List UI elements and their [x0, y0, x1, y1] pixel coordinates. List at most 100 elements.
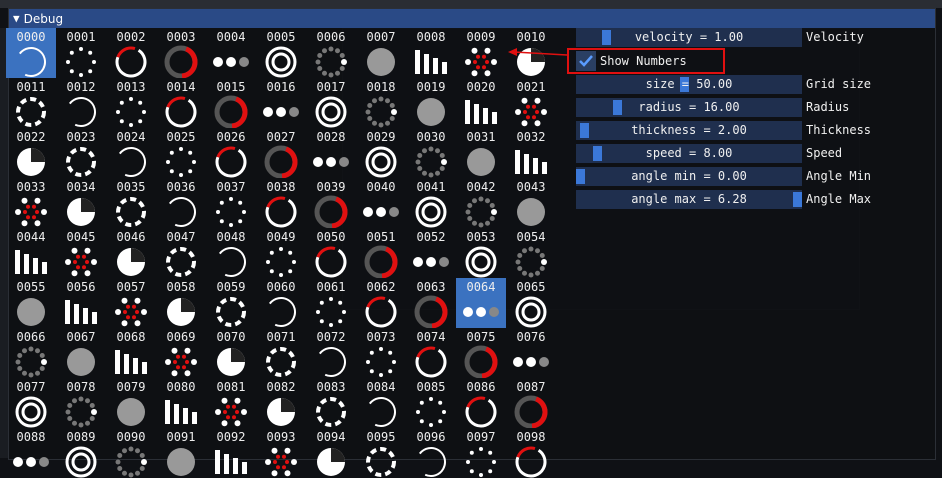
spinner-cell[interactable]: 0094 — [306, 428, 356, 478]
spinner-cell[interactable]: 0054 — [506, 228, 556, 278]
spinner-cell[interactable]: 0091 — [156, 428, 206, 478]
spinner-cell[interactable]: 0053 — [456, 228, 506, 278]
spinner-cell[interactable]: 0035 — [106, 178, 156, 228]
spinner-cell[interactable]: 0080 — [156, 378, 206, 428]
spinner-cell[interactable]: 0019 — [406, 78, 456, 128]
spinner-cell[interactable]: 0087 — [506, 378, 556, 428]
spinner-cell[interactable]: 0066 — [6, 328, 56, 378]
spinner-cell[interactable]: 0002 — [106, 28, 156, 78]
spinner-cell[interactable]: 0095 — [356, 428, 406, 478]
spinner-cell[interactable]: 0067 — [56, 328, 106, 378]
grid-size-slider[interactable]: size = 50.00 — [576, 75, 802, 94]
spinner-cell[interactable]: 0047 — [156, 228, 206, 278]
spinner-cell[interactable]: 0045 — [56, 228, 106, 278]
angle-min-slider[interactable]: angle min = 0.00 — [576, 167, 802, 186]
spinner-cell[interactable]: 0011 — [6, 78, 56, 128]
spinner-cell[interactable]: 0077 — [6, 378, 56, 428]
spinner-cell[interactable]: 0086 — [456, 378, 506, 428]
spinner-cell[interactable]: 0084 — [356, 378, 406, 428]
spinner-cell[interactable]: 0008 — [406, 28, 456, 78]
spinner-cell[interactable]: 0061 — [306, 278, 356, 328]
spinner-cell[interactable]: 0079 — [106, 378, 156, 428]
spinner-cell[interactable]: 0088 — [6, 428, 56, 478]
spinner-cell[interactable]: 0004 — [206, 28, 256, 78]
spinner-cell[interactable]: 0032 — [506, 128, 556, 178]
spinner-cell[interactable]: 0065 — [506, 278, 556, 328]
speed-slider[interactable]: speed = 8.00 — [576, 144, 802, 163]
spinner-cell[interactable]: 0010 — [506, 28, 556, 78]
spinner-cell[interactable]: 0063 — [406, 278, 456, 328]
spinner-cell[interactable]: 0071 — [256, 328, 306, 378]
spinner-cell[interactable]: 0040 — [356, 178, 406, 228]
spinner-cell[interactable]: 0059 — [206, 278, 256, 328]
spinner-cell[interactable]: 0064 — [456, 278, 506, 328]
spinner-cell[interactable]: 0018 — [356, 78, 406, 128]
spinner-cell[interactable]: 0055 — [6, 278, 56, 328]
spinner-cell[interactable]: 0005 — [256, 28, 306, 78]
spinner-cell[interactable]: 0016 — [256, 78, 306, 128]
spinner-cell[interactable]: 0028 — [306, 128, 356, 178]
spinner-cell[interactable]: 0089 — [56, 428, 106, 478]
spinner-cell[interactable]: 0031 — [456, 128, 506, 178]
spinner-cell[interactable]: 0034 — [56, 178, 106, 228]
spinner-cell[interactable]: 0017 — [306, 78, 356, 128]
spinner-cell[interactable]: 0024 — [106, 128, 156, 178]
spinner-cell[interactable]: 0021 — [506, 78, 556, 128]
spinner-cell[interactable]: 0056 — [56, 278, 106, 328]
spinner-cell[interactable]: 0068 — [106, 328, 156, 378]
velocity-slider[interactable]: velocity = 1.00 — [576, 28, 802, 47]
spinner-cell[interactable]: 0042 — [456, 178, 506, 228]
spinner-cell[interactable]: 0020 — [456, 78, 506, 128]
spinner-cell[interactable]: 0003 — [156, 28, 206, 78]
spinner-cell[interactable]: 0023 — [56, 128, 106, 178]
spinner-cell[interactable]: 0078 — [56, 378, 106, 428]
spinner-cell[interactable]: 0046 — [106, 228, 156, 278]
spinner-cell[interactable]: 0073 — [356, 328, 406, 378]
spinner-cell[interactable]: 0001 — [56, 28, 106, 78]
spinner-cell[interactable]: 0029 — [356, 128, 406, 178]
spinner-cell[interactable]: 0057 — [106, 278, 156, 328]
spinner-cell[interactable]: 0062 — [356, 278, 406, 328]
spinner-cell[interactable]: 0015 — [206, 78, 256, 128]
spinner-cell[interactable]: 0069 — [156, 328, 206, 378]
spinner-cell[interactable]: 0097 — [456, 428, 506, 478]
spinner-cell[interactable]: 0014 — [156, 78, 206, 128]
spinner-cell[interactable]: 0074 — [406, 328, 456, 378]
spinner-cell[interactable]: 0083 — [306, 378, 356, 428]
spinner-cell[interactable]: 0052 — [406, 228, 456, 278]
spinner-cell[interactable]: 0081 — [206, 378, 256, 428]
spinner-cell[interactable]: 0043 — [506, 178, 556, 228]
spinner-cell[interactable]: 0033 — [6, 178, 56, 228]
debug-window-titlebar[interactable]: ▼ Debug — [9, 9, 935, 28]
spinner-cell[interactable]: 0025 — [156, 128, 206, 178]
spinner-cell[interactable]: 0039 — [306, 178, 356, 228]
spinner-cell[interactable]: 0022 — [6, 128, 56, 178]
spinner-cell[interactable]: 0049 — [256, 228, 306, 278]
spinner-cell[interactable]: 0093 — [256, 428, 306, 478]
spinner-cell[interactable]: 0082 — [256, 378, 306, 428]
spinner-cell[interactable]: 0026 — [206, 128, 256, 178]
spinner-cell[interactable]: 0051 — [356, 228, 406, 278]
spinner-cell[interactable]: 0085 — [406, 378, 456, 428]
spinner-cell[interactable]: 0096 — [406, 428, 456, 478]
spinner-cell[interactable]: 0006 — [306, 28, 356, 78]
spinner-cell[interactable]: 0092 — [206, 428, 256, 478]
spinner-cell[interactable]: 0013 — [106, 78, 156, 128]
spinner-cell[interactable]: 0076 — [506, 328, 556, 378]
spinner-cell[interactable]: 0000 — [6, 28, 56, 78]
spinner-cell[interactable]: 0037 — [206, 178, 256, 228]
spinner-cell[interactable]: 0072 — [306, 328, 356, 378]
spinner-cell[interactable]: 0075 — [456, 328, 506, 378]
spinner-cell[interactable]: 0058 — [156, 278, 206, 328]
spinner-cell[interactable]: 0044 — [6, 228, 56, 278]
spinner-cell[interactable]: 0038 — [256, 178, 306, 228]
spinner-cell[interactable]: 0030 — [406, 128, 456, 178]
spinner-cell[interactable]: 0060 — [256, 278, 306, 328]
radius-slider[interactable]: radius = 16.00 — [576, 98, 802, 117]
collapse-arrow-icon[interactable]: ▼ — [13, 12, 20, 25]
spinner-cell[interactable]: 0027 — [256, 128, 306, 178]
spinner-cell[interactable]: 0048 — [206, 228, 256, 278]
spinner-cell[interactable]: 0007 — [356, 28, 406, 78]
angle-max-slider[interactable]: angle max = 6.28 — [576, 190, 802, 209]
spinner-cell[interactable]: 0012 — [56, 78, 106, 128]
